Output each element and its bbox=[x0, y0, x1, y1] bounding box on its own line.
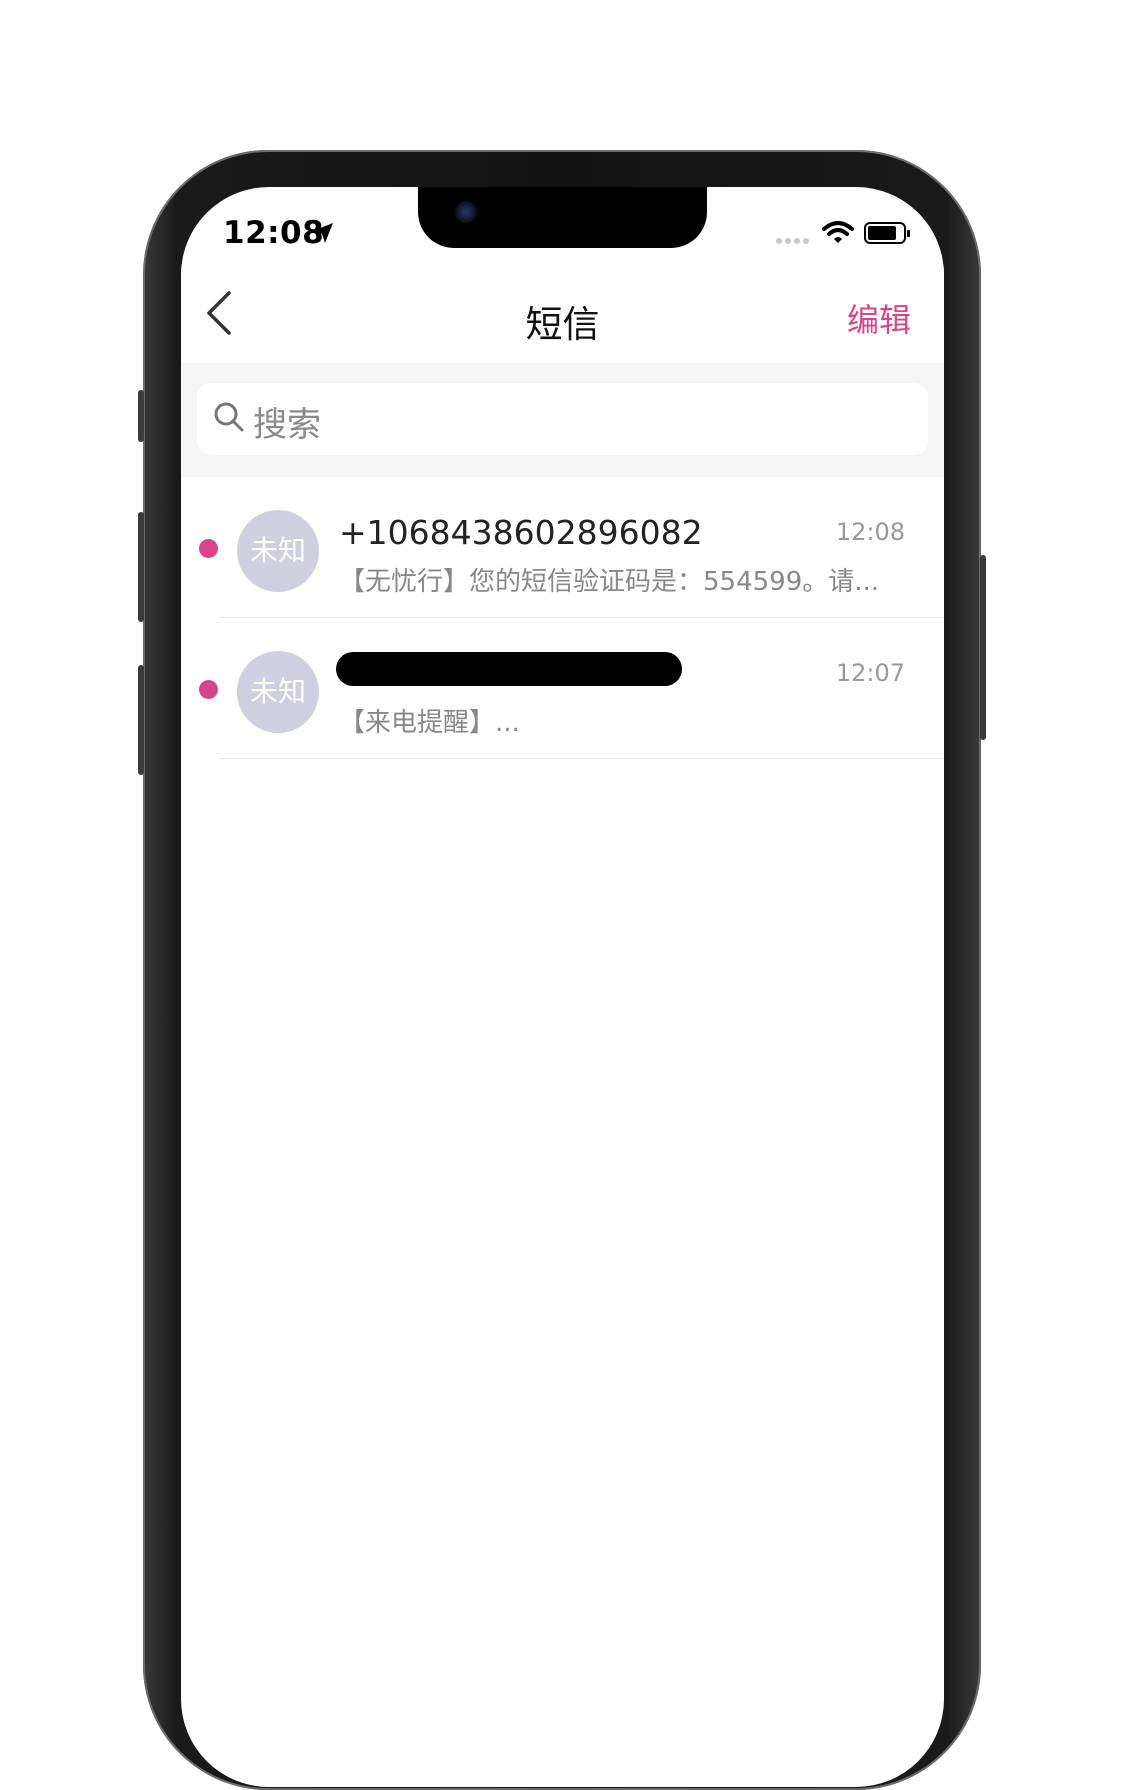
avatar: 未知 bbox=[237, 510, 319, 592]
search-icon bbox=[214, 402, 244, 432]
nav-bar: 短信 编辑 bbox=[181, 267, 944, 363]
search-area: 搜索 bbox=[181, 363, 944, 477]
edit-button[interactable]: 编辑 bbox=[847, 295, 911, 341]
volume-down-button bbox=[138, 665, 144, 775]
message-preview: 【来电提醒】... bbox=[339, 708, 520, 738]
power-button bbox=[980, 555, 986, 740]
signal-dots-icon bbox=[776, 238, 809, 244]
redacted-sender-bar bbox=[336, 652, 682, 686]
avatar: 未知 bbox=[237, 651, 319, 733]
sender-name: +1068438602896082 bbox=[339, 513, 703, 552]
status-time: 12:08 bbox=[223, 215, 325, 251]
volume-up-button bbox=[138, 512, 144, 622]
message-time: 12:08 bbox=[835, 518, 905, 546]
message-time: 12:07 bbox=[835, 659, 905, 687]
search-input[interactable]: 搜索 bbox=[197, 383, 928, 455]
location-arrow-icon bbox=[313, 223, 333, 243]
action-button bbox=[138, 390, 144, 442]
camera-icon bbox=[455, 201, 477, 223]
search-placeholder: 搜索 bbox=[253, 405, 321, 445]
wifi-icon bbox=[822, 221, 854, 243]
unread-dot bbox=[199, 680, 218, 699]
phone-screen: 12:08 短信 编辑 搜索 未知 +1068438602896082 12:0… bbox=[181, 187, 944, 1787]
page-title: 短信 bbox=[525, 303, 600, 346]
row-divider bbox=[220, 758, 944, 759]
unread-dot bbox=[199, 539, 218, 558]
message-preview: 【无忧行】您的短信验证码是：554599。请... bbox=[339, 567, 880, 597]
battery-icon bbox=[864, 222, 910, 244]
conversation-list: 未知 +1068438602896082 12:08 【无忧行】您的短信验证码是… bbox=[181, 477, 944, 759]
conversation-row[interactable]: 未知 +1068438602896082 12:08 【无忧行】您的短信验证码是… bbox=[181, 477, 944, 618]
conversation-row[interactable]: 未知 12:07 【来电提醒】... bbox=[181, 618, 944, 759]
notch bbox=[418, 187, 707, 248]
